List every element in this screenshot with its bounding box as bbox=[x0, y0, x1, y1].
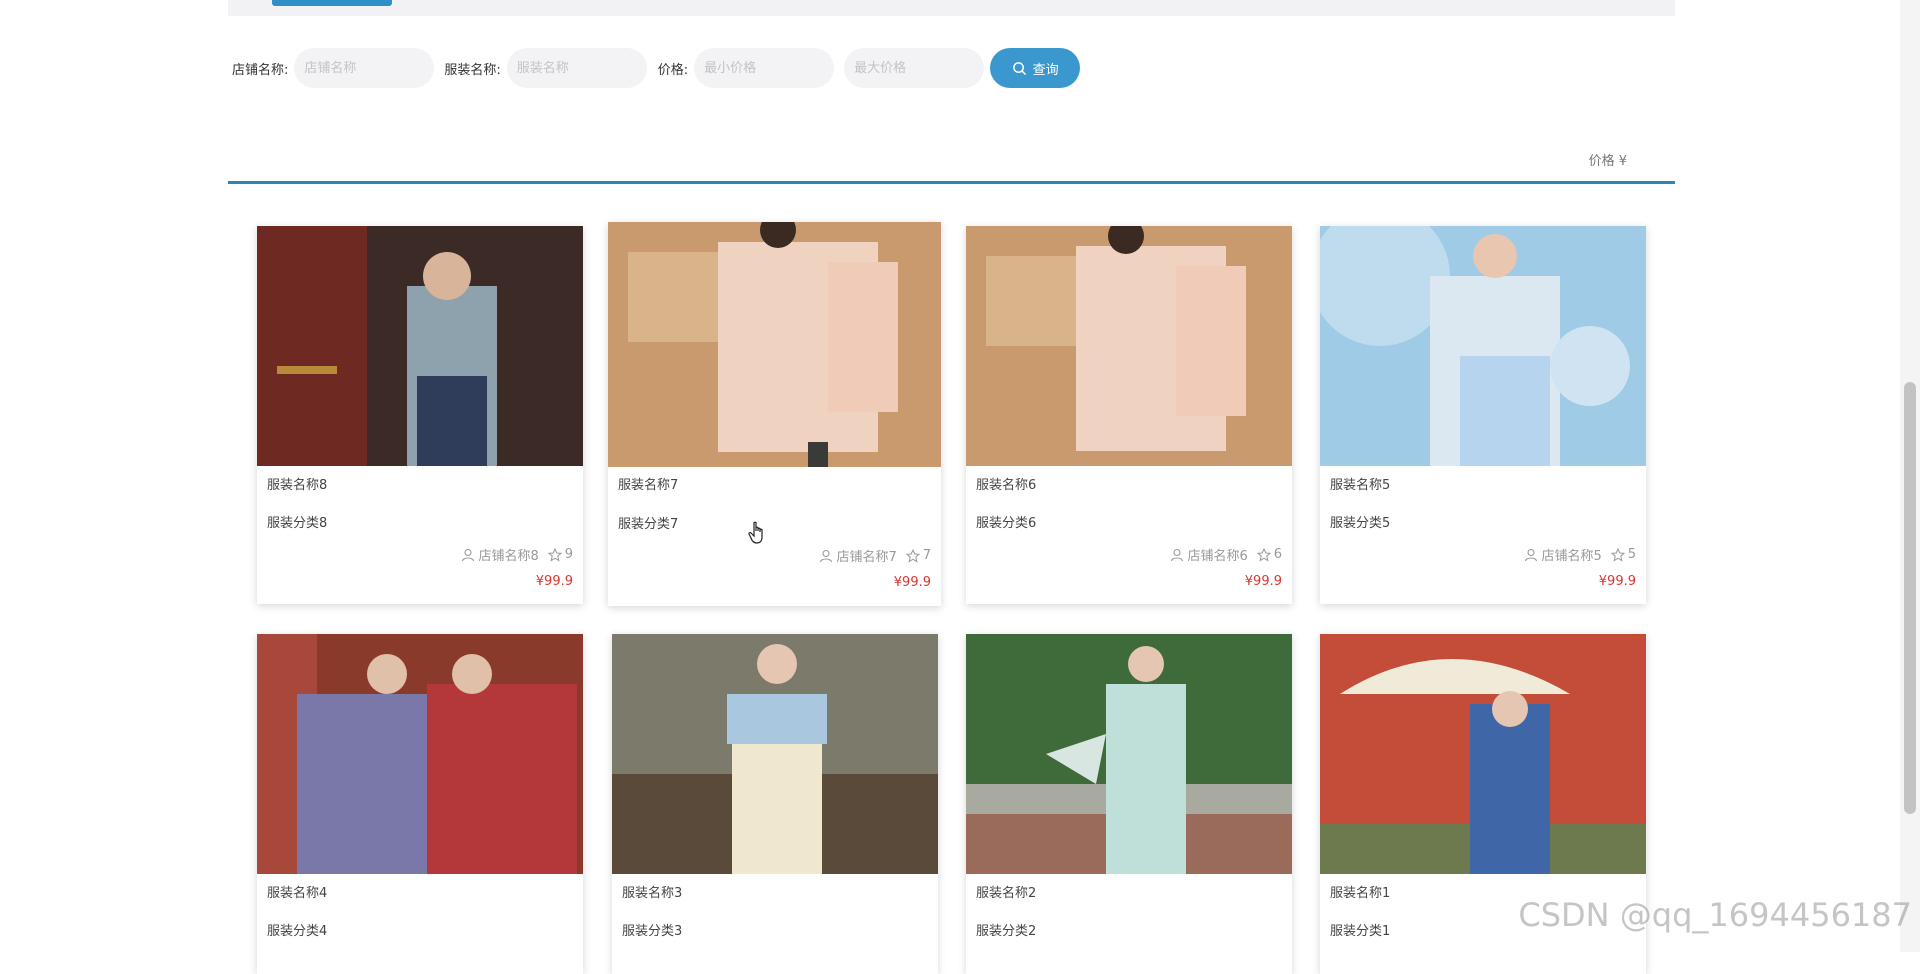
product-category: 服装分类1 bbox=[1330, 924, 1391, 939]
product-card[interactable]: 服装名称2 服装分类2 bbox=[966, 634, 1292, 974]
product-name: 服装名称7 bbox=[618, 478, 679, 493]
vertical-scrollbar[interactable] bbox=[1900, 0, 1920, 952]
product-image[interactable] bbox=[608, 222, 941, 467]
query-button[interactable]: 查询 bbox=[990, 48, 1081, 88]
product-name: 服装名称1 bbox=[1330, 886, 1391, 901]
product-image[interactable] bbox=[966, 226, 1292, 466]
user-icon bbox=[1525, 548, 1538, 561]
user-icon bbox=[1171, 548, 1184, 561]
shop-name: 店铺名称6 bbox=[1187, 549, 1248, 564]
user-icon bbox=[820, 549, 833, 562]
product-price: ¥99.9 bbox=[893, 575, 931, 590]
product-category: 服装分类4 bbox=[267, 924, 328, 939]
product-category: 服装分类6 bbox=[976, 516, 1037, 531]
shop-name-label: 店铺名称: bbox=[232, 62, 289, 78]
search-icon bbox=[1012, 61, 1026, 75]
product-name: 服装名称5 bbox=[1330, 478, 1391, 493]
product-price: ¥99.9 bbox=[1598, 574, 1636, 589]
product-card[interactable]: 服装名称3 服装分类3 bbox=[612, 634, 938, 974]
product-image[interactable] bbox=[612, 634, 938, 874]
toolbar-button[interactable] bbox=[272, 0, 392, 6]
price-label: 价格: bbox=[657, 62, 689, 78]
star-icon bbox=[1256, 547, 1271, 562]
sort-bar: 价格 ¥ bbox=[228, 138, 1675, 184]
top-toolbar bbox=[228, 0, 1675, 16]
sort-by-price[interactable]: 价格 ¥ bbox=[1589, 150, 1627, 169]
product-meta: 店铺名称6 6 bbox=[1170, 545, 1282, 564]
query-button-label: 查询 bbox=[1032, 61, 1059, 77]
star-icon bbox=[905, 548, 920, 563]
product-price: ¥99.9 bbox=[1244, 574, 1282, 589]
watermark: CSDN @qq_1694456187 bbox=[1518, 896, 1912, 934]
product-category: 服装分类3 bbox=[622, 924, 683, 939]
favorite-count: 5 bbox=[1627, 547, 1636, 562]
product-card[interactable]: 服装名称8 服装分类8 店铺名称8 9 ¥99.9 bbox=[257, 226, 583, 604]
shop-name: 店铺名称7 bbox=[836, 550, 897, 565]
product-card[interactable]: 服装名称6 服装分类6 店铺名称6 6 ¥99.9 bbox=[966, 226, 1292, 604]
star-icon bbox=[547, 547, 562, 562]
user-icon bbox=[462, 548, 475, 561]
clothing-name-input[interactable] bbox=[506, 48, 647, 88]
star-icon bbox=[1610, 547, 1625, 562]
product-meta: 店铺名称8 9 bbox=[461, 545, 573, 564]
product-category: 服装分类7 bbox=[618, 517, 679, 532]
shop-name: 店铺名称5 bbox=[1541, 549, 1602, 564]
product-meta: 店铺名称7 7 bbox=[819, 546, 931, 565]
product-name: 服装名称3 bbox=[622, 886, 683, 901]
product-image[interactable] bbox=[1320, 226, 1646, 466]
hand-cursor-icon bbox=[748, 521, 763, 544]
min-price-input[interactable] bbox=[694, 48, 835, 88]
max-price-input[interactable] bbox=[844, 48, 985, 88]
shop-name: 店铺名称8 bbox=[478, 549, 539, 564]
product-category: 服装分类5 bbox=[1330, 516, 1391, 531]
product-meta: 店铺名称5 5 bbox=[1524, 545, 1636, 564]
product-image[interactable] bbox=[966, 634, 1292, 874]
scrollbar-thumb[interactable] bbox=[1904, 382, 1916, 814]
product-card[interactable]: 服装名称5 服装分类5 店铺名称5 5 ¥99.9 bbox=[1320, 226, 1646, 604]
search-bar: 店铺名称: 服装名称: 价格: 查询 bbox=[232, 47, 1081, 89]
product-name: 服装名称2 bbox=[976, 886, 1037, 901]
product-category: 服装分类2 bbox=[976, 924, 1037, 939]
favorite-count: 9 bbox=[564, 547, 573, 562]
favorite-count: 7 bbox=[922, 548, 931, 563]
product-image[interactable] bbox=[1320, 634, 1646, 874]
shop-name-input[interactable] bbox=[294, 48, 435, 88]
favorite-count: 6 bbox=[1273, 547, 1282, 562]
product-image[interactable] bbox=[257, 634, 583, 874]
product-name: 服装名称8 bbox=[267, 478, 328, 493]
product-price: ¥99.9 bbox=[535, 574, 573, 589]
product-card[interactable]: 服装名称4 服装分类4 bbox=[257, 634, 583, 974]
product-name: 服装名称6 bbox=[976, 478, 1037, 493]
product-card[interactable]: 服装名称7 服装分类7 店铺名称7 7 ¥99.9 bbox=[608, 222, 941, 606]
clothing-name-label: 服装名称: bbox=[444, 62, 501, 78]
product-category: 服装分类8 bbox=[267, 516, 328, 531]
product-name: 服装名称4 bbox=[267, 886, 328, 901]
product-image[interactable] bbox=[257, 226, 583, 466]
